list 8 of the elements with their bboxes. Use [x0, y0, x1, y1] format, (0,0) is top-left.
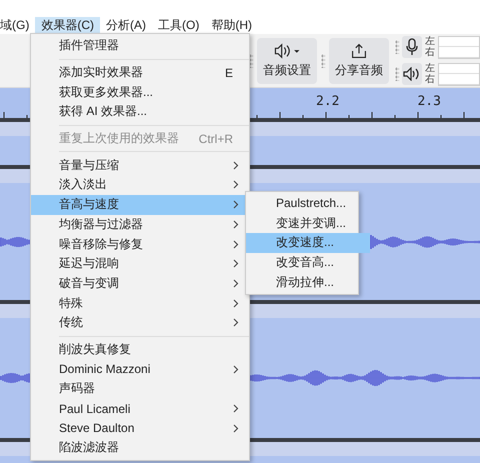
right-channel-label: 右 [424, 47, 435, 58]
shortcut-label: Ctrl+R [198, 132, 233, 146]
ruler-label: 2.2 [316, 94, 340, 110]
left-channel-label: 左 [424, 36, 435, 47]
left-channel-label: 左 [424, 63, 435, 74]
right-channel-label: 右 [424, 74, 435, 85]
ruler-label: 2.3 [417, 94, 441, 110]
shortcut-label: E [224, 66, 233, 80]
